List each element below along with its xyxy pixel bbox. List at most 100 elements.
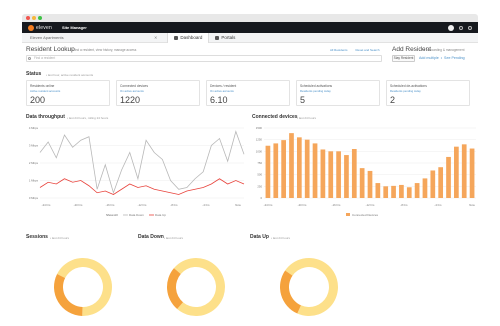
device-bar [367, 170, 373, 198]
link-separator: • [440, 56, 443, 60]
y-tick-label: 1500 [256, 126, 263, 130]
stat-link[interactable]: On active accounts [120, 89, 196, 93]
device-bar [351, 149, 357, 198]
device-bar [454, 146, 459, 198]
x-tick-label: -8 hrs [400, 203, 408, 207]
x-tick-label: -4 hrs [434, 203, 442, 207]
zoom-window-button[interactable] [38, 16, 42, 20]
gear-icon[interactable] [468, 25, 472, 30]
status-subtitle: • last hour, active resident accounts [46, 72, 94, 77]
site-selector[interactable]: Eleven Apartments [30, 35, 150, 40]
data-up-title: Data Up [250, 234, 269, 240]
series-line [39, 178, 245, 195]
stat-link[interactable]: On active accounts [210, 89, 286, 93]
y-tick-label: 1 Mbps [29, 179, 39, 183]
minimize-window-button[interactable] [32, 16, 36, 20]
device-bar [304, 139, 310, 198]
device-bar [446, 156, 451, 198]
y-tick-label: 250 [257, 184, 262, 188]
x-tick-label: -4 hrs [202, 203, 210, 207]
y-tick-label: 4 Mbps [29, 126, 39, 130]
x-tick-label: Now [469, 203, 476, 207]
window-titlebar [22, 14, 478, 22]
x-tick-label: -12 hrs [366, 203, 375, 207]
legend-label: Data Down [129, 213, 144, 217]
data-down-subtitle: • last 24 hours [164, 235, 184, 240]
devices-subtitle: • last 24 hours [297, 115, 317, 120]
series-line [39, 130, 245, 195]
y-tick-label: 1000 [256, 149, 263, 153]
device-bar [328, 151, 334, 198]
chevron-down-icon[interactable]: ✕ [154, 35, 157, 40]
see-pending-link[interactable]: See Pending [444, 56, 465, 60]
help-icon[interactable] [459, 25, 463, 30]
stat-label: Scheduled de-activations [390, 84, 427, 88]
add-resident-subtitle: • onboarding & management [424, 48, 465, 52]
stat-link[interactable]: Active resident accounts [30, 89, 106, 93]
add-multiple-link[interactable]: Add multiple [419, 56, 439, 60]
donut-slice [280, 270, 301, 314]
close-window-button[interactable] [26, 16, 30, 20]
y-tick-label: 3 Mbps [29, 144, 39, 148]
stat-card-devices-per-resident[interactable]: Devices / resident On active accounts 6.… [206, 80, 290, 106]
stat-value: 6.10 [210, 95, 228, 105]
throughput-chart: 0 Mbps 1 Mbps 2 Mbps 3 Mbps 4 Mbps -24 hrs -20… [29, 126, 245, 217]
device-bar [430, 170, 436, 198]
add-resident-links: Add multiple • See Pending [419, 56, 465, 60]
user-avatar[interactable] [448, 24, 454, 31]
donut-slice [173, 258, 225, 316]
legend-label: Data Up [155, 213, 166, 217]
lookup-links: All Residents Reset and Search [330, 48, 380, 52]
app-header: eleven Site Manager [22, 22, 478, 33]
device-bar [296, 137, 302, 198]
device-bar [461, 144, 467, 198]
device-bar [344, 155, 349, 198]
all-residents-link[interactable]: All Residents [330, 48, 348, 52]
device-bar [289, 133, 294, 198]
stat-value: 1220 [120, 95, 141, 105]
devices-chart: 0 250 500 750 1000 1250 1500 -24 hrs -20 hrs -16 … [256, 126, 476, 217]
stat-card-scheduled-deactivations[interactable]: Scheduled de-activations Residents pendi… [386, 80, 470, 106]
donut-slice [53, 273, 83, 316]
legend-label: Connected Devices [352, 213, 379, 217]
y-tick-label: 0 Mbps [29, 196, 39, 200]
sessions-title: Sessions [26, 234, 48, 240]
sub-navigation: Eleven Apartments ✕ Dashboard Portals [22, 32, 478, 43]
stay-resident-button[interactable]: Stay Resident [392, 55, 415, 62]
stat-value: 5 [300, 95, 306, 105]
search-placeholder: Find a resident [34, 56, 56, 60]
portals-icon [215, 35, 220, 40]
stat-link[interactable]: Residents pending today [300, 89, 376, 93]
status-title: Status [26, 71, 42, 77]
data-down-donut [167, 258, 225, 316]
stat-card-scheduled-activations[interactable]: Scheduled activations Residents pending … [296, 80, 380, 106]
throughput-title: Data throughput [26, 114, 65, 120]
device-bar [312, 143, 318, 198]
dashboard-icon [174, 35, 179, 40]
device-bar [414, 183, 420, 198]
tab-dashboard[interactable]: Dashboard [167, 32, 210, 43]
stat-label: Connected devices [120, 84, 149, 88]
stat-link[interactable]: Residents pending today [390, 89, 466, 93]
resident-lookup-subtitle: • find a resident, view history, manage … [72, 48, 137, 52]
x-tick-label: -20 hrs [298, 203, 307, 207]
x-tick-label: -24 hrs [42, 203, 51, 207]
x-tick-label: -8 hrs [170, 203, 178, 207]
device-bar [383, 186, 389, 198]
reset-search-link[interactable]: Reset and Search [356, 48, 380, 52]
x-tick-label: -16 hrs [332, 203, 341, 207]
legend-show-all: Show All [106, 213, 118, 217]
x-tick-label: -24 hrs [264, 203, 273, 207]
stat-card-residents-online[interactable]: Residents online Active resident account… [26, 80, 110, 106]
device-bar [391, 185, 396, 198]
resident-search-input[interactable]: Find a resident [26, 55, 382, 62]
tab-portals[interactable]: Portals [209, 33, 241, 43]
header-actions [448, 24, 472, 31]
stat-label: Scheduled activations [300, 84, 333, 88]
stat-card-connected-devices[interactable]: Connected devices On active accounts 122… [116, 80, 200, 106]
device-bar [265, 145, 271, 198]
stat-value: 2 [390, 95, 396, 105]
y-tick-label: 0 [260, 196, 262, 200]
device-bar [406, 187, 412, 198]
stat-label: Devices / resident [210, 84, 237, 88]
